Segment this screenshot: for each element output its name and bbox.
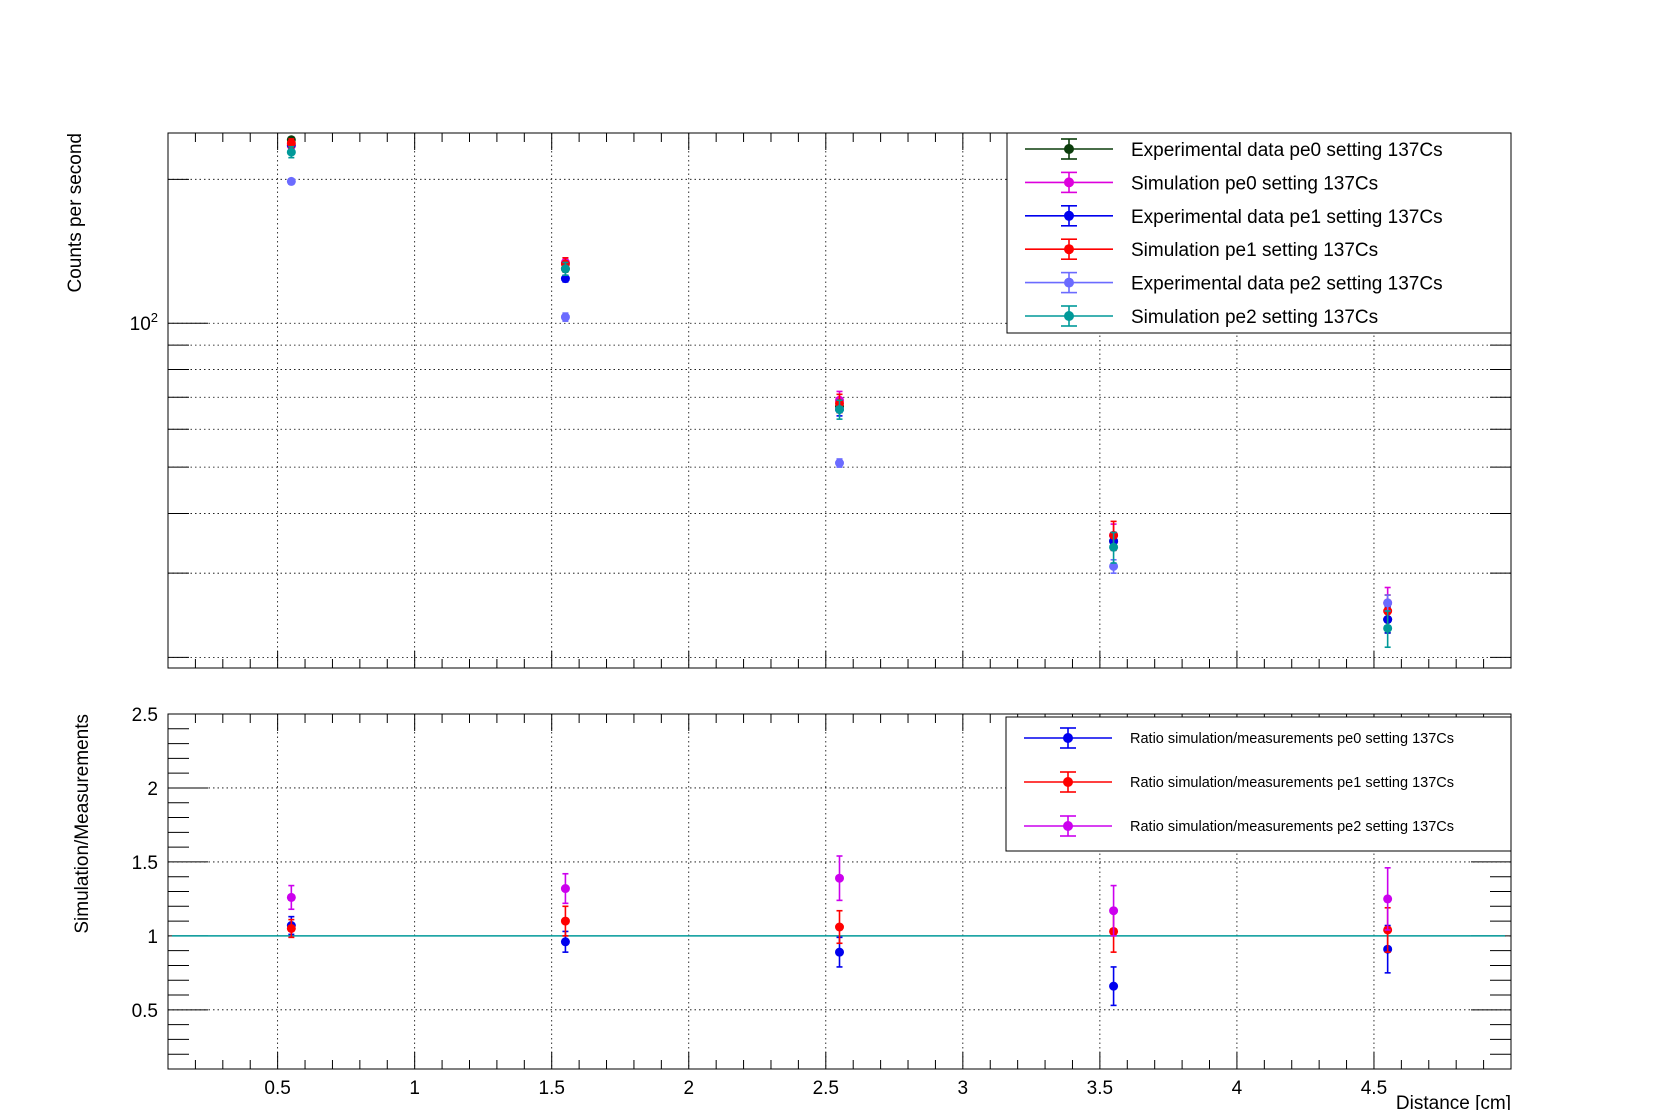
x-tick-label: 0.5 — [264, 1078, 290, 1099]
top-legend-label: Simulation pe2 setting 137Cs — [1131, 307, 1378, 328]
bottom-data-point — [560, 916, 570, 926]
x-tick-label: 4 — [1232, 1078, 1243, 1099]
top-legend-label: Experimental data pe1 setting 137Cs — [1131, 207, 1443, 228]
top-data-point — [1109, 542, 1119, 552]
bottom-data-point — [835, 922, 844, 932]
x-tick-label: 2.5 — [813, 1078, 839, 1099]
bottom-data-point — [286, 892, 296, 902]
y-axis-title-top: Counts per second — [65, 133, 86, 293]
x-tick-label: 4.5 — [1361, 1078, 1387, 1099]
top-legend-label: Simulation pe0 setting 137Cs — [1131, 173, 1378, 194]
bottom-ytick-label: 1 — [147, 927, 158, 948]
bottom-ytick-label: 1.5 — [132, 853, 158, 874]
top-data-point — [1383, 623, 1393, 633]
x-axis-title: Distance [cm] — [1396, 1093, 1511, 1110]
x-tick-label: 3 — [958, 1078, 969, 1099]
bottom-legend-label: Ratio simulation/measurements pe2 settin… — [1130, 819, 1454, 835]
bottom-data-point — [835, 873, 844, 883]
bottom-panel: 0.5 1 1.5 2 2.5 0.5 1 1.5 2 2.5 3 3.5 4 4.5 Simulation… — [72, 705, 1512, 1110]
bottom-legend-label: Ratio simulation/measurements pe1 settin… — [1130, 775, 1454, 791]
top-legend-marker — [1064, 311, 1074, 321]
top-data-point — [560, 264, 570, 274]
bottom-legend-label: Ratio simulation/measurements pe0 settin… — [1130, 731, 1454, 747]
x-tick-label: 1 — [409, 1078, 420, 1099]
x-tick-label: 1.5 — [539, 1078, 565, 1099]
top-panel: 102 Counts per second Experimental data pe… — [65, 132, 1512, 669]
top-data-point — [286, 176, 296, 186]
top-ytick-label: 102 — [130, 310, 158, 335]
bottom-ytick-label: 2 — [147, 779, 158, 800]
bottom-legend-marker — [1063, 777, 1073, 787]
top-legend-marker — [1064, 244, 1074, 255]
bottom-data-point — [286, 923, 296, 933]
top-legend-label: Experimental data pe2 setting 137Cs — [1131, 274, 1443, 295]
top-data-point — [560, 312, 570, 322]
y-axis-title-bottom: Simulation/Measurements — [72, 714, 93, 934]
bottom-data-point — [560, 937, 570, 947]
bottom-legend-marker — [1063, 821, 1073, 831]
top-legend-marker — [1064, 177, 1074, 188]
bottom-data-point — [1109, 981, 1119, 991]
bottom-ytick-label: 0.5 — [132, 1001, 158, 1022]
top-legend-marker — [1064, 277, 1074, 288]
bottom-ytick-label: 2.5 — [132, 705, 158, 726]
top-data-point — [1383, 598, 1393, 608]
top-legend-marker — [1064, 210, 1074, 221]
bottom-data-point — [835, 947, 844, 957]
top-legend-box — [1006, 132, 1512, 334]
top-data-point — [835, 404, 844, 414]
bottom-data-point — [1109, 906, 1119, 916]
top-legend-marker — [1064, 144, 1074, 154]
bottom-data-point — [1383, 894, 1393, 904]
x-tick-label: 2 — [683, 1078, 694, 1099]
bottom-legend-marker — [1063, 733, 1073, 743]
chart-figure: 102Counts per second Experimental data pe… — [65, 132, 1512, 1110]
x-tick-label: 3.5 — [1087, 1078, 1113, 1099]
top-legend-label: Experimental data pe0 setting 137Cs — [1131, 140, 1443, 161]
top-legend-label: Simulation pe1 setting 137Cs — [1131, 240, 1378, 261]
ytick-exponent: 2 — [151, 310, 158, 325]
bottom-data-point — [560, 884, 570, 894]
top-data-point — [835, 458, 844, 468]
top-data-point — [286, 147, 296, 157]
ytick-base: 10 — [130, 314, 151, 335]
